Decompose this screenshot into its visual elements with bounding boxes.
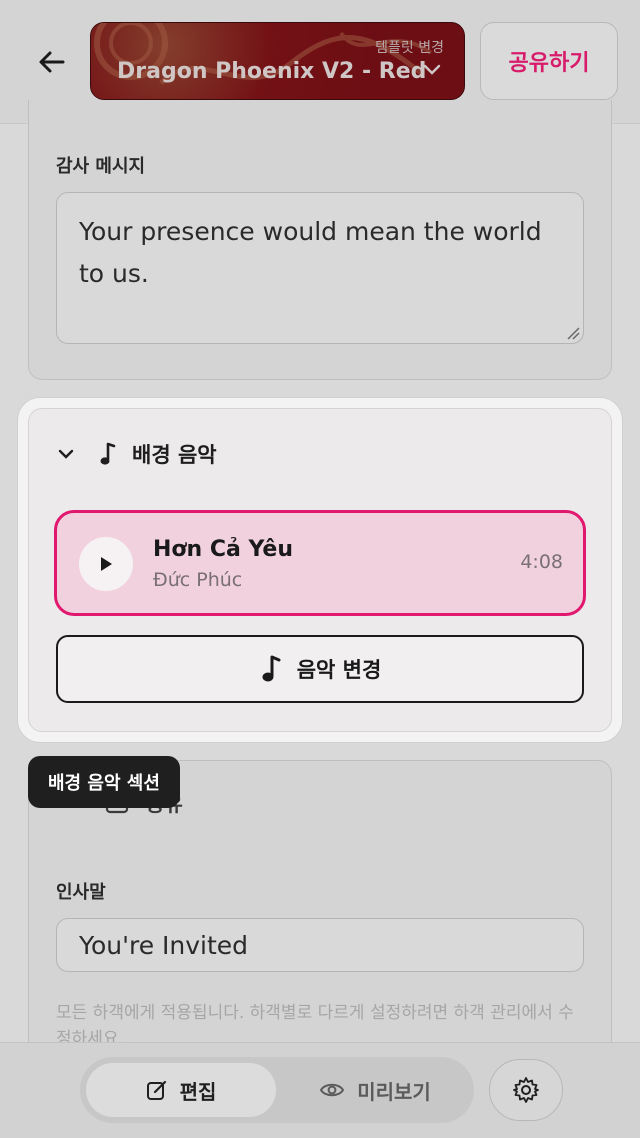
tab-edit[interactable]: 편집 [86, 1063, 276, 1117]
tab-edit-label: 편집 [179, 1079, 217, 1104]
tab-preview[interactable]: 미리보기 [282, 1063, 468, 1117]
thanks-message-textarea[interactable]: Your presence would mean the world to us… [56, 192, 584, 344]
back-button[interactable] [30, 40, 74, 84]
greeting-label: 인사말 [56, 882, 106, 903]
gear-icon [513, 1077, 539, 1103]
music-note-icon [262, 655, 281, 682]
track-artist: Đức Phúc [153, 569, 243, 591]
template-change-hint: 템플릿 변경 [375, 40, 444, 56]
resize-grip-icon[interactable] [566, 326, 580, 340]
music-track-item[interactable]: Hơn Cả Yêu Đức Phúc 4:08 [54, 510, 586, 616]
chevron-down-icon [58, 449, 74, 459]
back-arrow-icon [39, 51, 65, 73]
track-title: Hơn Cả Yêu [153, 537, 293, 562]
change-music-label: 음악 변경 [296, 658, 382, 682]
track-duration: 4:08 [520, 551, 563, 573]
music-note-icon [100, 442, 116, 465]
chevron-down-icon [423, 64, 441, 75]
play-icon [101, 557, 112, 571]
settings-button[interactable] [489, 1059, 563, 1121]
greeting-input[interactable]: You're Invited [56, 918, 584, 972]
tab-preview-label: 미리보기 [357, 1079, 431, 1104]
change-music-button[interactable]: 음악 변경 [56, 635, 584, 703]
template-selector[interactable]: 템플릿 변경 Dragon Phoenix V2 - Red [90, 22, 465, 100]
template-name: Dragon Phoenix V2 - Red [117, 59, 427, 84]
share-button[interactable]: 공유하기 [480, 22, 618, 100]
play-button[interactable] [79, 537, 133, 591]
section-tooltip: 배경 음악 섹션 [28, 756, 180, 808]
thanks-message-label: 감사 메시지 [56, 156, 146, 177]
music-section-title: 배경 음악 [132, 443, 217, 467]
music-section-toggle[interactable]: 배경 음악 [56, 436, 217, 472]
edit-icon [146, 1080, 166, 1100]
eye-icon [320, 1083, 345, 1097]
